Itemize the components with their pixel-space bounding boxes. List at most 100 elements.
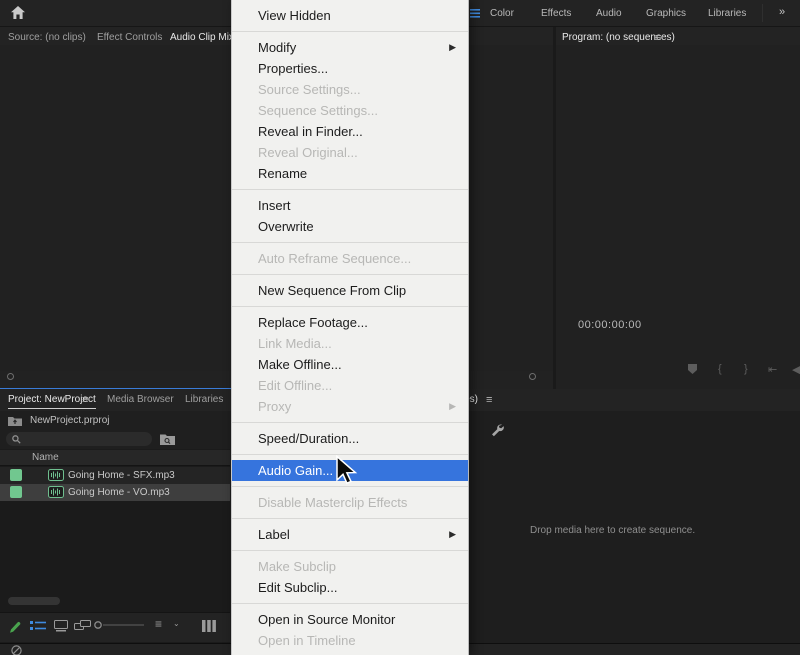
timeline-panel-menu-icon[interactable]: ≡	[486, 394, 492, 406]
sync-status-icon	[11, 645, 22, 655]
tab-source[interactable]: Source: (no clips)	[8, 32, 86, 43]
premiere-app-window: Color Effects Audio Graphics Libraries »…	[0, 0, 800, 655]
add-marker-icon[interactable]	[688, 364, 697, 374]
menu-section: View Hidden	[232, 0, 468, 32]
go-to-in-icon[interactable]: ⇤	[768, 363, 777, 376]
menu-item-reveal-in-finder[interactable]: Reveal in Finder...	[232, 121, 468, 142]
menu-item-overwrite[interactable]: Overwrite	[232, 216, 468, 237]
tab-media-browser[interactable]: Media Browser	[107, 394, 174, 405]
tab-libraries[interactable]: Libraries	[185, 394, 223, 405]
program-transport-controls: { } ⇤ ◀	[556, 361, 800, 381]
menu-item-open-in-timeline: Open in Timeline	[232, 630, 468, 651]
project-search-row	[0, 430, 230, 449]
menu-item-proxy: Proxy▶	[232, 396, 468, 417]
menu-item-properties[interactable]: Properties...	[232, 58, 468, 79]
menu-item-replace-footage[interactable]: Replace Footage...	[232, 312, 468, 333]
navigate-up-folder-icon[interactable]	[8, 415, 22, 426]
horizontal-scrollbar-thumb[interactable]	[8, 597, 60, 605]
label-color-chip[interactable]	[10, 486, 22, 498]
menu-section: Insert Overwrite	[232, 190, 468, 243]
list-view-icon[interactable]	[30, 620, 46, 632]
workspace-overflow-icon[interactable]: »	[779, 6, 785, 18]
menu-item-sequence-settings: Sequence Settings...	[232, 100, 468, 121]
menu-section: Disable Masterclip Effects	[232, 487, 468, 519]
header-divider	[762, 4, 763, 22]
label-color-chip[interactable]	[10, 469, 22, 481]
mark-out-icon[interactable]: }	[744, 363, 748, 375]
menu-item-source-settings: Source Settings...	[232, 79, 468, 100]
submenu-arrow-icon: ▶	[449, 396, 456, 417]
new-search-bin-icon[interactable]	[160, 433, 175, 445]
zoom-scroll-left-handle[interactable]	[7, 373, 14, 380]
program-timecode[interactable]: 00:00:00:00	[578, 319, 642, 331]
menu-section: New Sequence From Clip	[232, 275, 468, 307]
home-icon	[10, 5, 26, 20]
menu-item-rename[interactable]: Rename	[232, 163, 468, 184]
menu-item-reveal-original: Reveal Original...	[232, 142, 468, 163]
program-monitor-panel: Program: (no sequences) ≡ 00:00:00:00 { …	[556, 27, 800, 389]
clip-context-menu: View Hidden Modify▶ Properties... Source…	[231, 0, 469, 655]
menu-item-modify[interactable]: Modify▶	[232, 37, 468, 58]
workspace-tab-libraries[interactable]: Libraries	[708, 8, 746, 19]
workspace-tab-audio[interactable]: Audio	[596, 8, 622, 19]
list-column-header[interactable]: Name	[0, 450, 230, 466]
zoom-scroll-right-handle[interactable]	[529, 373, 536, 380]
project-panel-menu-icon[interactable]: ≡	[82, 394, 88, 406]
menu-section: Open in Source Monitor Open in Timeline	[232, 604, 468, 655]
menu-item-make-subclip: Make Subclip	[232, 556, 468, 577]
workspace-tab-color[interactable]: Color	[490, 8, 514, 19]
menu-section: Make Subclip Edit Subclip...	[232, 551, 468, 604]
search-input[interactable]	[6, 432, 152, 446]
menu-item-edit-offline: Edit Offline...	[232, 375, 468, 396]
menu-item-new-sequence-from-clip[interactable]: New Sequence From Clip	[232, 280, 468, 301]
menu-item-edit-subclip[interactable]: Edit Subclip...	[232, 577, 468, 598]
workspace-tab-effects[interactable]: Effects	[541, 8, 571, 19]
step-back-icon[interactable]: ◀	[792, 363, 800, 376]
project-breadcrumb-row: NewProject.prproj	[0, 411, 230, 430]
menu-item-view-hidden[interactable]: View Hidden	[232, 5, 468, 26]
workspaces-icon[interactable]	[470, 9, 480, 18]
clip-name: Going Home - SFX.mp3	[68, 470, 175, 481]
sort-icon[interactable]: ≡	[155, 617, 161, 631]
menu-item-make-offline[interactable]: Make Offline...	[232, 354, 468, 375]
menu-section: Replace Footage... Link Media... Make Of…	[232, 307, 468, 423]
mouse-cursor	[334, 455, 358, 487]
menu-section: Auto Reframe Sequence...	[232, 243, 468, 275]
icon-view-icon[interactable]	[54, 620, 68, 632]
menu-item-auto-reframe-sequence: Auto Reframe Sequence...	[232, 248, 468, 269]
menu-item-label[interactable]: Label▶	[232, 524, 468, 545]
clip-row-vo[interactable]: Going Home - VO.mp3	[0, 484, 230, 501]
clip-name: Going Home - VO.mp3	[68, 487, 170, 498]
project-panel: Project: NewProject ≡ Media Browser Libr…	[0, 389, 230, 643]
tab-effect-controls[interactable]: Effect Controls	[97, 32, 162, 43]
drop-media-hint: Drop media here to create sequence.	[530, 525, 790, 536]
automate-to-sequence-icon[interactable]	[202, 620, 216, 632]
search-icon	[12, 435, 21, 444]
menu-item-open-in-source-monitor[interactable]: Open in Source Monitor	[232, 609, 468, 630]
menu-item-speed-duration[interactable]: Speed/Duration...	[232, 428, 468, 449]
menu-section: Label▶	[232, 519, 468, 551]
menu-section: Modify▶ Properties... Source Settings...…	[232, 32, 468, 190]
project-panel-tabbar: Project: NewProject ≡ Media Browser Libr…	[0, 389, 230, 411]
clip-row-sfx[interactable]: Going Home - SFX.mp3	[0, 467, 230, 484]
project-panel-footer: ≡ ⌄	[0, 612, 230, 642]
menu-item-insert[interactable]: Insert	[232, 195, 468, 216]
menu-item-link-media: Link Media...	[232, 333, 468, 354]
submenu-arrow-icon: ▶	[449, 37, 456, 58]
freeform-view-icon[interactable]	[74, 620, 91, 632]
breadcrumb[interactable]: NewProject.prproj	[30, 415, 109, 426]
column-name-label: Name	[32, 452, 59, 463]
menu-section: Speed/Duration...	[232, 423, 468, 455]
home-button[interactable]	[10, 5, 30, 22]
program-panel-tabbar: Program: (no sequences) ≡	[556, 27, 800, 45]
sort-caret-icon[interactable]: ⌄	[173, 619, 180, 628]
audio-clip-icon	[48, 486, 64, 498]
workspace-tab-graphics[interactable]: Graphics	[646, 8, 686, 19]
menu-item-disable-masterclip-effects: Disable Masterclip Effects	[232, 492, 468, 513]
zoom-slider[interactable]	[94, 620, 146, 630]
submenu-arrow-icon: ▶	[449, 524, 456, 545]
mark-in-icon[interactable]: {	[718, 363, 722, 375]
program-panel-menu-icon[interactable]: ≡	[655, 32, 661, 44]
project-writable-pencil-icon[interactable]	[8, 620, 21, 634]
timeline-settings-wrench-icon[interactable]	[490, 423, 504, 437]
